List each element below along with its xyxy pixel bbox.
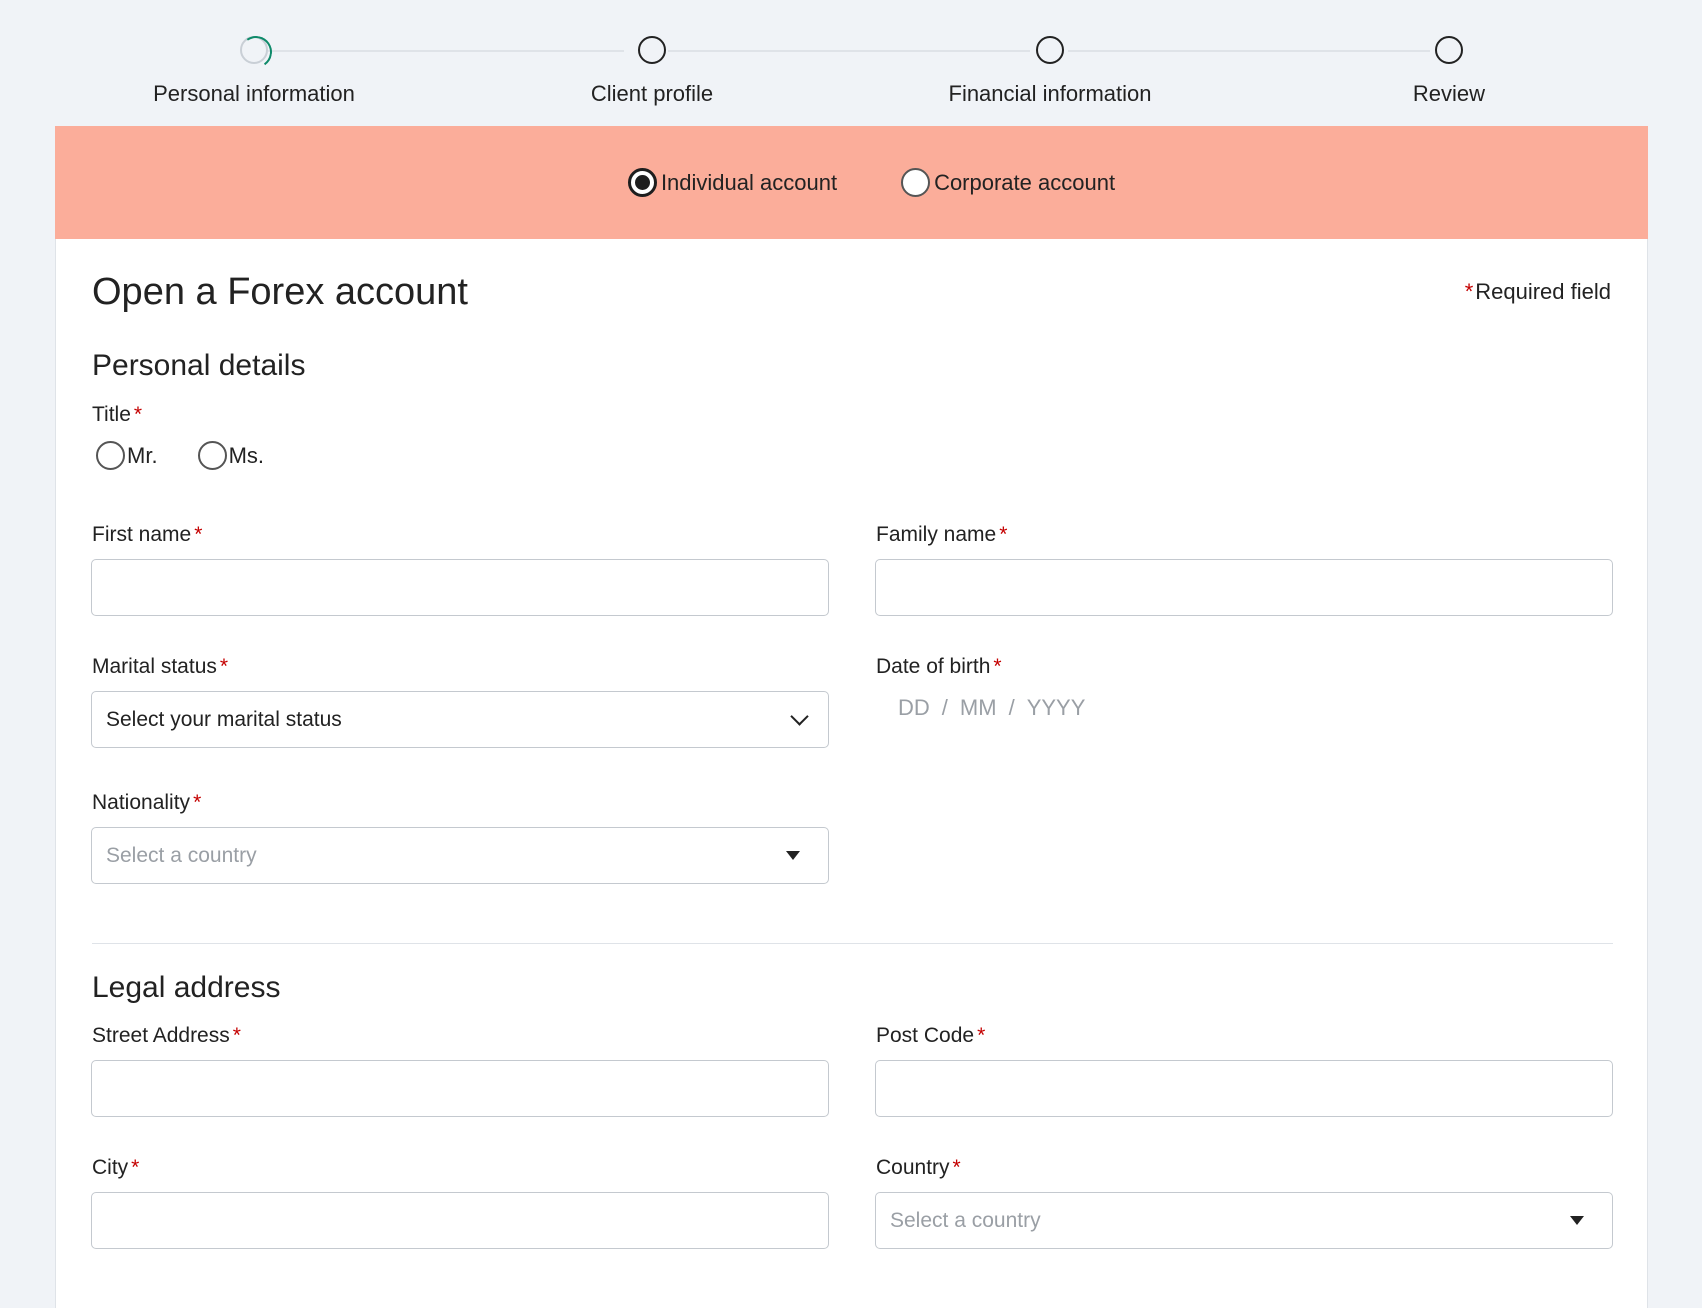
account-type-banner: Individual account Corporate account — [55, 126, 1648, 239]
step-client-profile[interactable]: Client profile — [502, 36, 802, 107]
step-circle-icon — [638, 36, 666, 64]
nationality-label-text: Nationality — [92, 791, 191, 814]
title-label-text: Title — [92, 403, 131, 426]
marital-status-label-text: Marital status — [92, 655, 217, 678]
required-field-note: *Required field — [1465, 279, 1611, 305]
account-form-card: Open a Forex account *Required field Per… — [55, 239, 1648, 1308]
post-code-label: Post Code * — [876, 1024, 985, 1048]
step-label: Personal information — [153, 81, 355, 106]
radio-unchecked-icon[interactable] — [901, 168, 931, 197]
required-marker: * — [999, 523, 1008, 546]
city-label: City * — [92, 1156, 139, 1180]
required-marker: * — [993, 655, 1002, 678]
title-mr-option[interactable]: Mr. — [96, 441, 158, 470]
step-label: Review — [1412, 81, 1486, 106]
required-marker: * — [131, 1156, 140, 1179]
title-radio-group: Mr. Ms. — [96, 441, 264, 470]
title-label: Title * — [92, 403, 142, 427]
country-label: Country * — [876, 1156, 961, 1180]
title-ms-label: Ms. — [228, 442, 265, 468]
step-personal-information[interactable]: Personal information — [104, 36, 404, 107]
progress-stepper: Personal information Client profile Fina… — [0, 0, 1702, 126]
country-select[interactable]: Select a country — [875, 1192, 1613, 1249]
post-code-input[interactable] — [875, 1060, 1613, 1117]
family-name-input[interactable] — [875, 559, 1613, 616]
radio-unchecked-icon[interactable] — [197, 441, 227, 470]
required-marker: * — [232, 1024, 241, 1047]
individual-account-option[interactable]: Individual account — [627, 168, 838, 197]
dob-year-field[interactable]: YYYY — [1027, 695, 1086, 721]
street-address-label-text: Street Address — [92, 1024, 230, 1047]
family-name-label-text: Family name — [876, 523, 997, 546]
first-name-input[interactable] — [91, 559, 829, 616]
marital-status-label: Marital status * — [92, 655, 228, 679]
individual-account-label: Individual account — [660, 169, 838, 195]
date-of-birth-label-text: Date of birth — [876, 655, 991, 678]
date-of-birth-input[interactable]: DD / MM / YYYY — [876, 695, 1085, 721]
personal-details-heading: Personal details — [92, 349, 306, 382]
marital-status-value: Select your marital status — [106, 707, 342, 731]
chevron-down-icon — [790, 707, 809, 726]
radio-unchecked-icon[interactable] — [96, 441, 125, 470]
required-marker: * — [193, 791, 202, 814]
section-divider — [92, 943, 1613, 944]
street-address-label: Street Address * — [92, 1024, 241, 1048]
required-marker: * — [952, 1156, 961, 1179]
country-label-text: Country — [876, 1156, 950, 1179]
radio-checked-icon[interactable] — [627, 168, 657, 197]
corporate-account-label: Corporate account — [934, 169, 1116, 195]
family-name-label: Family name * — [876, 523, 1007, 547]
nationality-label: Nationality * — [92, 791, 201, 815]
first-name-label: First name * — [92, 523, 202, 547]
nationality-placeholder: Select a country — [106, 843, 257, 867]
nationality-select[interactable]: Select a country — [91, 827, 829, 884]
step-review[interactable]: Review — [1299, 36, 1599, 107]
city-label-text: City — [92, 1156, 129, 1179]
caret-down-icon — [1570, 1216, 1584, 1225]
city-input[interactable] — [91, 1192, 829, 1249]
dob-month-field[interactable]: MM — [960, 695, 997, 721]
first-name-label-text: First name — [92, 523, 192, 546]
step-progress-icon — [240, 36, 268, 64]
step-financial-information[interactable]: Financial information — [900, 36, 1200, 107]
country-placeholder: Select a country — [890, 1208, 1041, 1232]
dob-separator: / — [1008, 695, 1015, 720]
title-ms-option[interactable]: Ms. — [197, 441, 265, 470]
required-marker: * — [1464, 279, 1474, 304]
step-label: Financial information — [948, 81, 1152, 106]
required-marker: * — [219, 655, 229, 678]
title-mr-label: Mr. — [127, 442, 158, 468]
required-marker: * — [977, 1024, 986, 1047]
legal-address-heading: Legal address — [92, 971, 281, 1004]
dob-day-field[interactable]: DD — [898, 695, 930, 721]
post-code-label-text: Post Code — [876, 1024, 975, 1047]
required-marker: * — [194, 523, 203, 546]
corporate-account-option[interactable]: Corporate account — [901, 168, 1115, 197]
required-marker: * — [133, 403, 143, 426]
step-circle-icon — [1435, 36, 1463, 64]
page-title: Open a Forex account — [92, 271, 468, 313]
marital-status-select[interactable]: Select your marital status — [91, 691, 829, 748]
caret-down-icon — [786, 851, 800, 860]
date-of-birth-label: Date of birth * — [876, 655, 1002, 679]
street-address-input[interactable] — [91, 1060, 829, 1117]
dob-separator: / — [941, 695, 948, 720]
step-circle-icon — [1036, 36, 1064, 64]
required-note-text: Required field — [1475, 279, 1611, 304]
step-label: Client profile — [590, 81, 714, 106]
